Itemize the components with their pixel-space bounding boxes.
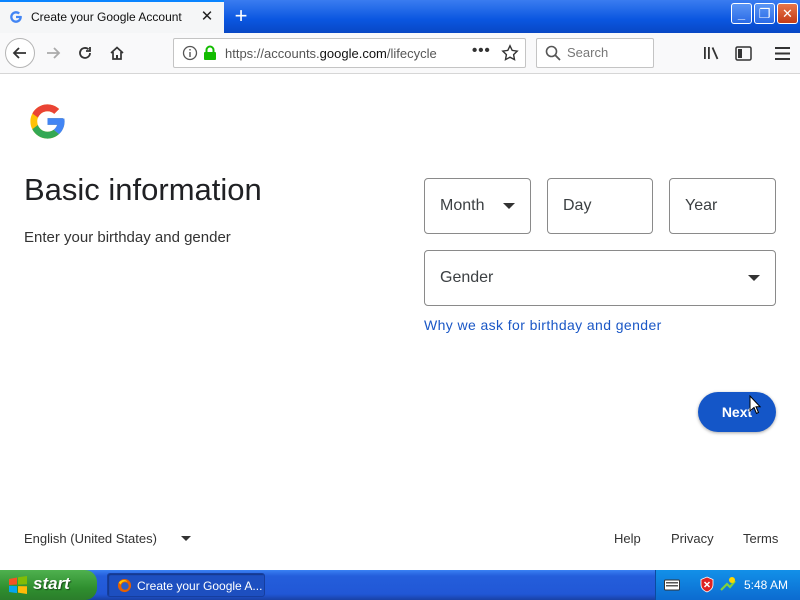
info-icon[interactable] <box>182 45 198 61</box>
terms-link[interactable]: Terms <box>743 531 778 546</box>
language-select[interactable]: English (United States) <box>24 531 157 546</box>
page-actions-icon[interactable]: ••• <box>472 42 491 59</box>
hamburger-menu-icon <box>774 46 790 60</box>
network-icon[interactable] <box>719 576 736 593</box>
bookmark-star-icon[interactable] <box>501 44 519 62</box>
start-button[interactable]: start <box>0 570 97 600</box>
search-bar[interactable] <box>536 38 654 68</box>
tab-title: Create your Google Account <box>31 10 182 24</box>
home-button[interactable] <box>102 38 132 68</box>
back-arrow-icon <box>12 47 26 59</box>
keyboard-icon[interactable] <box>664 578 680 591</box>
close-tab-icon[interactable]: ✕ <box>198 8 216 26</box>
sidebar-icon <box>734 45 752 61</box>
navigation-toolbar: https://accounts.google.com/lifecycle ••… <box>0 33 800 74</box>
year-input[interactable]: Year <box>669 178 776 234</box>
start-label: start <box>33 574 70 593</box>
menu-button[interactable] <box>767 38 797 68</box>
day-label: Day <box>563 197 592 214</box>
maximize-button[interactable]: ❐ <box>754 3 775 24</box>
forward-arrow-icon <box>47 47 61 59</box>
gender-select[interactable]: Gender <box>424 250 776 306</box>
clock: 5:48 AM <box>744 578 789 592</box>
help-link[interactable]: Help <box>614 531 641 546</box>
security-shield-icon[interactable] <box>700 576 714 593</box>
language-dropdown-arrow-icon[interactable] <box>181 536 191 541</box>
taskbar-item-browser[interactable]: Create your Google A... <box>107 573 265 597</box>
forward-button[interactable] <box>38 38 68 68</box>
privacy-link[interactable]: Privacy <box>671 531 714 546</box>
year-label: Year <box>685 197 718 214</box>
gender-label: Gender <box>440 269 494 286</box>
taskbar-item-label: Create your Google A... <box>137 579 263 593</box>
system-tray: 5:48 AM <box>655 570 800 600</box>
google-logo-icon <box>30 104 65 139</box>
firefox-icon <box>117 578 132 593</box>
lock-icon[interactable] <box>203 45 217 61</box>
why-we-ask-link[interactable]: Why we ask for birthday and gender <box>424 317 662 333</box>
new-tab-button[interactable]: + <box>228 4 254 30</box>
minimize-button[interactable]: _ <box>731 3 752 24</box>
month-dropdown-arrow-icon <box>503 203 515 209</box>
search-input[interactable] <box>567 45 647 60</box>
next-button[interactable]: Next <box>698 392 776 432</box>
page-subtitle: Enter your birthday and gender <box>24 229 231 246</box>
library-button[interactable] <box>697 38 727 68</box>
close-window-button[interactable]: ✕ <box>777 3 798 24</box>
home-icon <box>110 46 124 60</box>
windows-flag-icon <box>9 576 27 594</box>
mouse-pointer-icon <box>749 395 761 415</box>
library-icon <box>704 47 719 60</box>
month-label: Month <box>440 197 485 214</box>
month-select[interactable]: Month <box>424 178 531 234</box>
page-title: Basic information <box>24 172 262 207</box>
address-bar[interactable]: https://accounts.google.com/lifecycle ••… <box>173 38 526 68</box>
gender-dropdown-arrow-icon <box>748 275 760 281</box>
taskbar: start Create your Google A... 5:48 AM <box>0 570 800 600</box>
browser-tab[interactable]: Create your Google Account ✕ <box>0 0 224 33</box>
reload-button[interactable] <box>70 38 100 68</box>
day-input[interactable]: Day <box>547 178 653 234</box>
url-text[interactable]: https://accounts.google.com/lifecycle <box>225 46 440 61</box>
google-favicon-icon <box>10 11 22 23</box>
back-button[interactable] <box>5 38 35 68</box>
title-bar: Create your Google Account ✕ + _ ❐ ✕ <box>0 0 800 33</box>
reload-icon <box>79 47 91 59</box>
sidebar-button[interactable] <box>728 38 758 68</box>
search-icon <box>545 45 561 61</box>
